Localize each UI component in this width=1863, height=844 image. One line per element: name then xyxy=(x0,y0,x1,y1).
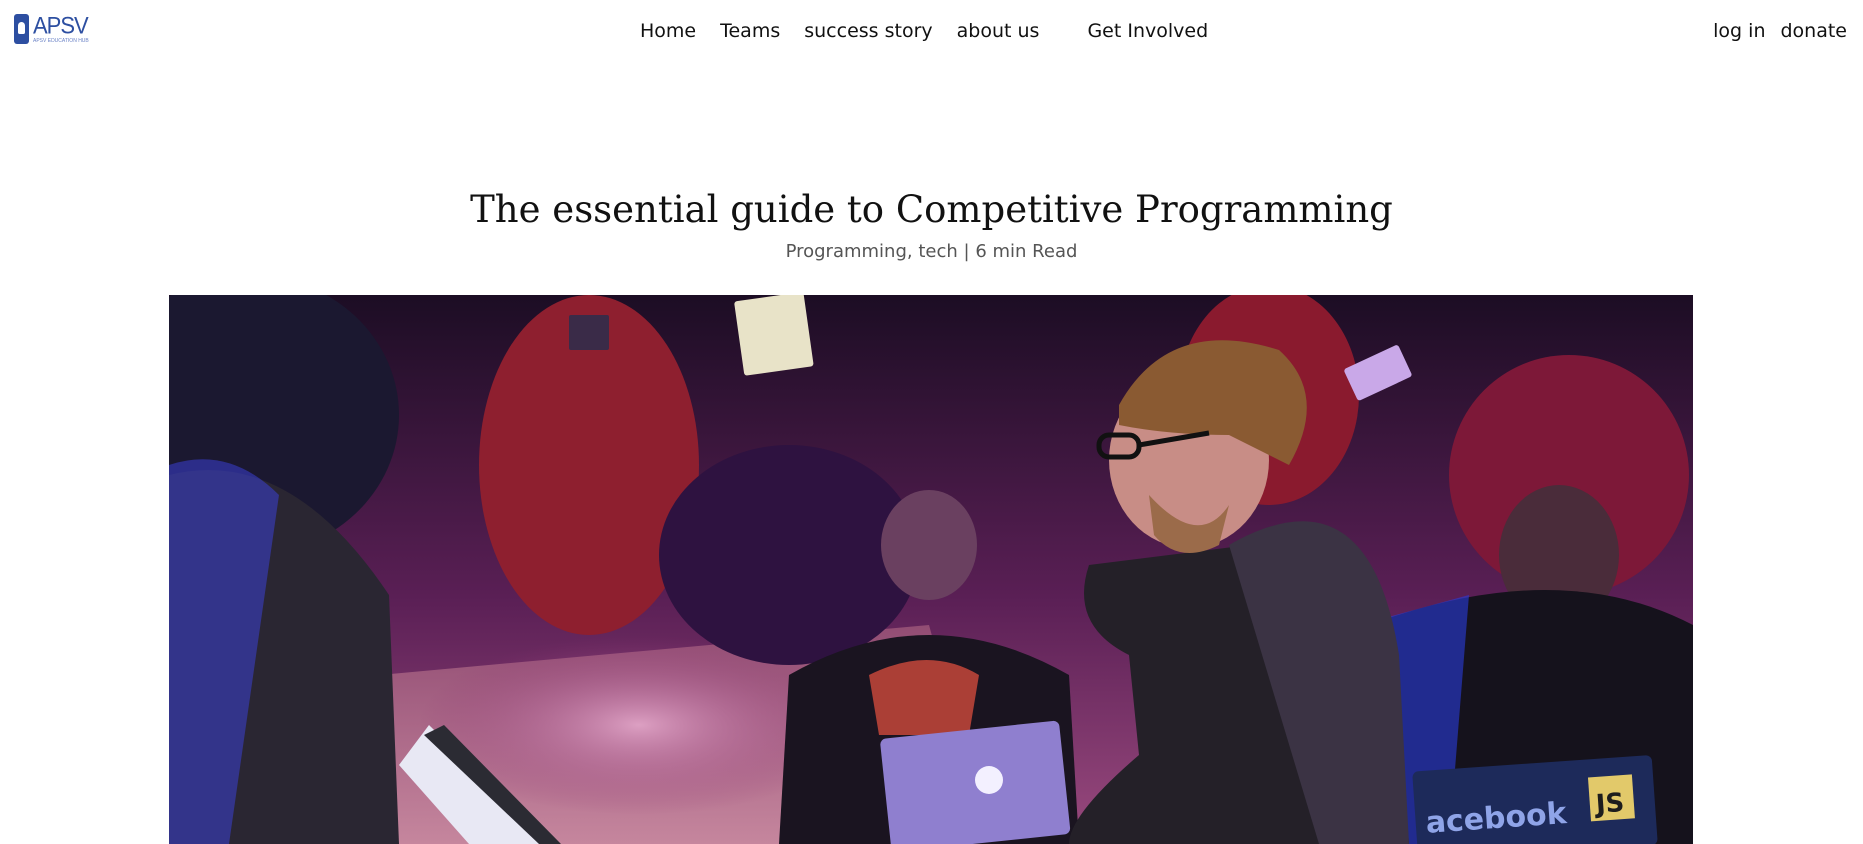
logo-tagline: APSV EDUCATION HUB xyxy=(33,37,89,44)
nav-about-us[interactable]: about us xyxy=(957,20,1040,42)
hero-photo-illustration: acebook JS xyxy=(169,295,1693,844)
js-sticker: JS xyxy=(1593,788,1625,820)
nav-get-involved[interactable]: Get Involved xyxy=(1087,20,1208,42)
article-header: The essential guide to Competitive Progr… xyxy=(0,188,1863,262)
login-link[interactable]: log in xyxy=(1713,20,1765,42)
logo-icon xyxy=(14,14,29,44)
nav-home[interactable]: Home xyxy=(640,20,696,42)
meta-separator: | xyxy=(963,241,970,262)
nav-teams[interactable]: Teams xyxy=(720,20,780,42)
donate-link[interactable]: donate xyxy=(1780,20,1847,42)
article-meta: Programming, tech | 6 min Read xyxy=(0,241,1863,262)
main-nav: Home Teams success story about us Get In… xyxy=(640,20,1232,42)
logo-wordmark: APSV xyxy=(33,11,89,39)
article-read-time: 6 min Read xyxy=(975,241,1078,262)
site-logo[interactable]: APSV APSV EDUCATION HUB xyxy=(14,11,89,44)
hero-image: acebook JS xyxy=(169,295,1693,844)
account-nav: log in donate xyxy=(1698,20,1847,42)
article-categories: Programming, tech xyxy=(785,241,958,262)
nav-success-story[interactable]: success story xyxy=(804,20,932,42)
top-navbar: APSV APSV EDUCATION HUB Home Teams succe… xyxy=(0,0,1863,64)
article-title: The essential guide to Competitive Progr… xyxy=(470,188,1393,231)
